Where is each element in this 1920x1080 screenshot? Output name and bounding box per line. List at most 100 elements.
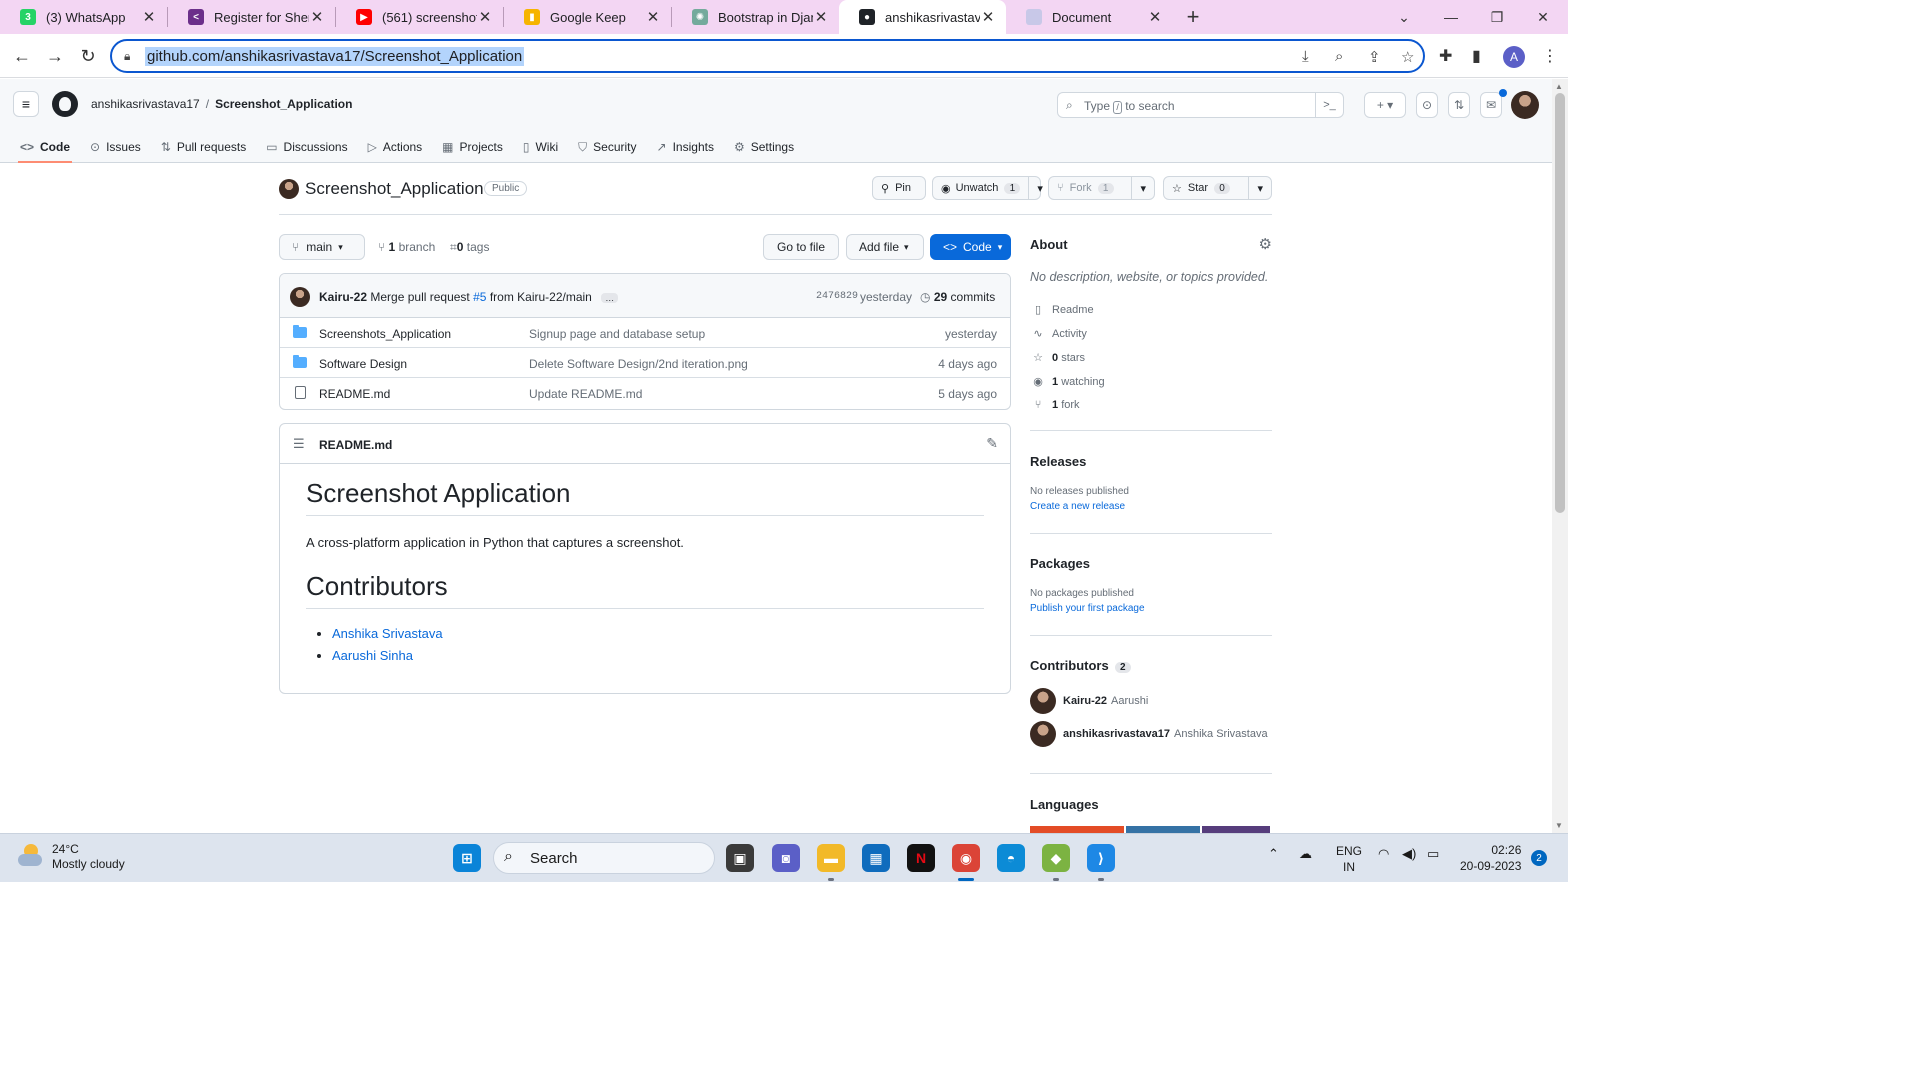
task-view-icon[interactable]: ▣ <box>726 844 754 872</box>
start-windows-icon[interactable]: ⊞ <box>453 844 481 872</box>
table-row[interactable]: Screenshots_Application Signup page and d… <box>280 318 1010 348</box>
vscode-icon[interactable]: ⟩ <box>1087 844 1115 872</box>
browser-tab[interactable]: ✺ Bootstrap in Django f✕ <box>672 0 839 34</box>
packages-title[interactable]: Packages <box>1030 556 1090 571</box>
create-release-link[interactable]: Create a new release <box>1030 501 1125 512</box>
browser-tab[interactable]: 3 (3) WhatsApp ✕ <box>0 0 167 34</box>
repo-link[interactable]: Screenshot_Application <box>215 97 352 111</box>
zoom-icon[interactable]: ⌕ <box>1335 48 1343 65</box>
commits-link[interactable]: ◷ 29 commits <box>920 290 995 304</box>
activity-link[interactable]: ∿ Activity <box>1030 327 1086 340</box>
chrome-icon[interactable]: ◉ <box>952 844 980 872</box>
install-icon[interactable]: ⤓ <box>1302 48 1309 65</box>
close-tab-icon[interactable]: ✕ <box>141 8 157 26</box>
browser-tab[interactable]: ▶ (561) screenshot appl✕ <box>336 0 503 34</box>
tab-search-icon[interactable]: ⌄ <box>1381 0 1427 34</box>
file-name-link[interactable]: README.md <box>319 387 390 401</box>
watching-link[interactable]: ◉ 1 watching <box>1030 375 1104 388</box>
pin-button[interactable]: ⚲ Pin <box>872 176 926 200</box>
table-row[interactable]: README.md Update README.md 5 days ago <box>280 378 1010 408</box>
expand-commit-button[interactable]: … <box>601 292 619 303</box>
language-indicator[interactable]: ENG IN <box>1336 843 1362 875</box>
fork-dropdown-icon[interactable]: ▾ <box>1131 177 1154 199</box>
close-tab-icon[interactable]: ✕ <box>980 8 996 26</box>
github-logo-icon[interactable] <box>52 91 78 117</box>
side-panel-icon[interactable]: ▮ <box>1472 46 1481 66</box>
teams-icon[interactable]: ◙ <box>772 844 800 872</box>
clock[interactable]: 02:26 20-09-2023 <box>1460 842 1521 874</box>
address-bar[interactable]: 🔒︎ github.com/anshikasrivastava17/Screen… <box>110 39 1425 73</box>
app-icon[interactable]: ◆ <box>1042 844 1070 872</box>
readme-link[interactable]: ▯ Readme <box>1030 303 1094 316</box>
url-text[interactable]: github.com/anshikasrivastava17/Screensho… <box>145 47 525 66</box>
tab-issues[interactable]: ⊙ Issues <box>80 131 151 163</box>
outline-list-icon[interactable]: ☰ <box>293 436 305 452</box>
go-to-file-button[interactable]: Go to file <box>763 234 839 260</box>
add-file-button[interactable]: Add file ▾ <box>846 234 924 260</box>
repo-title[interactable]: Screenshot_Application <box>305 179 484 199</box>
battery-icon[interactable]: ▭ <box>1427 846 1439 862</box>
commit-author[interactable]: Kairu-22 <box>319 290 367 304</box>
store-icon[interactable]: ▦ <box>862 844 890 872</box>
profile-avatar[interactable]: A <box>1503 46 1525 68</box>
owner-avatar[interactable] <box>279 179 299 199</box>
pr-link[interactable]: #5 <box>473 290 486 304</box>
star-dropdown-icon[interactable]: ▾ <box>1248 177 1271 199</box>
browser-tab[interactable]: < Register for Sherlocke✕ <box>168 0 335 34</box>
tab-insights[interactable]: ↗ Insights <box>647 131 724 163</box>
volume-icon[interactable]: ◀) <box>1402 846 1416 862</box>
file-commit-message[interactable]: Update README.md <box>529 387 642 401</box>
branch-select-button[interactable]: ⑂ main ▾ <box>279 234 365 260</box>
notification-badge[interactable]: 2 <box>1531 850 1547 866</box>
maximize-button[interactable]: ❐ <box>1474 0 1520 34</box>
taskbar-search[interactable]: ⌕ Search <box>493 842 715 874</box>
contributor-item[interactable]: anshikasrivastava17 Anshika Srivastava <box>1030 720 1268 748</box>
scrollbar-thumb[interactable] <box>1555 93 1565 513</box>
close-tab-icon[interactable]: ✕ <box>477 8 493 26</box>
file-explorer-icon[interactable]: ▬ <box>817 844 845 872</box>
tab-code[interactable]: <> Code <box>10 131 80 163</box>
reload-icon[interactable]: ↻ <box>74 42 102 70</box>
browser-tab[interactable]: ● anshikasrivastava17/S✕ <box>839 0 1006 34</box>
close-window-button[interactable]: ✕ <box>1520 0 1566 34</box>
unwatch-button[interactable]: ◉ Unwatch 1 ▾ <box>932 176 1043 200</box>
netflix-icon[interactable]: N <box>907 844 935 872</box>
stars-link[interactable]: ☆ 0 stars <box>1030 351 1085 364</box>
tab-discussions[interactable]: ▭ Discussions <box>256 131 357 163</box>
inbox-icon[interactable]: ✉ <box>1480 92 1502 118</box>
user-avatar[interactable] <box>1511 91 1539 119</box>
gear-icon[interactable]: ⚙ <box>1259 235 1272 253</box>
edge-icon[interactable]: ◓ <box>997 844 1025 872</box>
tab-actions[interactable]: ▷ Actions <box>358 131 433 163</box>
forward-icon[interactable]: → <box>41 42 69 70</box>
fork-button[interactable]: ⑂ Fork 1 ▾ <box>1048 176 1155 200</box>
edit-pencil-icon[interactable]: ✎ <box>986 435 998 452</box>
close-tab-icon[interactable]: ✕ <box>813 8 829 26</box>
chevron-up-icon[interactable]: ⌃ <box>1268 846 1279 862</box>
extensions-icon[interactable]: ✚ <box>1439 46 1452 66</box>
contributor-item[interactable]: Kairu-22 Aarushi <box>1030 687 1148 715</box>
onedrive-cloud-icon[interactable]: ☁ <box>1299 846 1312 862</box>
close-tab-icon[interactable]: ✕ <box>1147 8 1163 26</box>
menu-kebab-icon[interactable]: ⋮ <box>1542 46 1558 66</box>
pull-requests-icon[interactable]: ⇅ <box>1448 92 1470 118</box>
browser-tab[interactable]: Document ✕ <box>1006 0 1173 34</box>
back-icon[interactable]: ← <box>8 42 36 70</box>
readme-filename[interactable]: README.md <box>319 438 392 452</box>
scroll-up-icon[interactable]: ▲ <box>1555 82 1563 91</box>
file-commit-message[interactable]: Delete Software Design/2nd iteration.png <box>529 357 748 371</box>
star-button[interactable]: ☆ Star 0 ▾ <box>1163 176 1272 200</box>
table-row[interactable]: Software Design Delete Software Design/2n… <box>280 348 1010 378</box>
bookmark-star-icon[interactable]: ☆ <box>1401 48 1414 66</box>
minimize-button[interactable]: — <box>1428 0 1474 34</box>
search-input[interactable]: ⌕ Type / to search >_ <box>1057 92 1344 118</box>
commit-sha[interactable]: 2476829 <box>816 291 858 302</box>
issues-icon[interactable]: ⊙ <box>1416 92 1438 118</box>
file-name-link[interactable]: Screenshots_Application <box>319 327 451 341</box>
tab-security[interactable]: ⛉ Security <box>568 131 646 163</box>
tab-pull-requests[interactable]: ⇅ Pull requests <box>151 131 256 163</box>
new-tab-button[interactable]: + <box>1173 0 1213 34</box>
wifi-icon[interactable]: ◠ <box>1378 846 1389 862</box>
code-button[interactable]: <> Code ▾ <box>930 234 1011 260</box>
weather-widget[interactable]: 24°C Mostly cloudy <box>16 842 125 872</box>
